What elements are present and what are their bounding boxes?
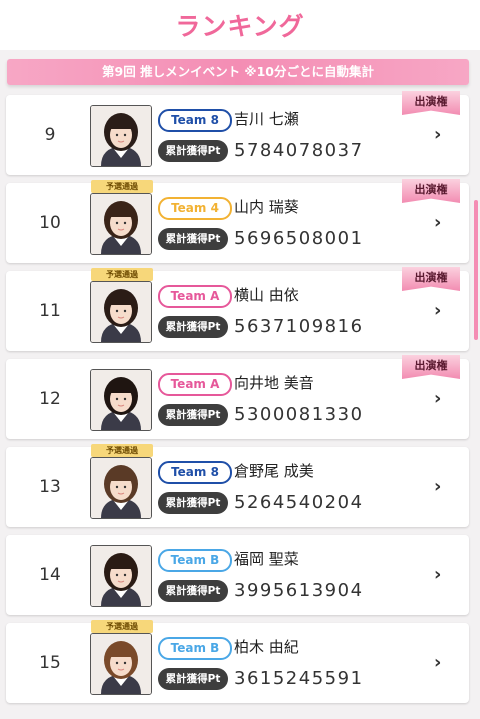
member-photo — [90, 545, 152, 607]
performance-right-ribbon: 出演権 — [402, 179, 460, 203]
header: ランキング — [0, 0, 480, 50]
points-label: 累計獲得Pt — [158, 140, 228, 162]
member-photo — [90, 281, 152, 343]
points-value: 5300081330 — [234, 404, 364, 425]
chevron-right-icon[interactable]: › — [434, 474, 441, 500]
member-photo — [90, 105, 152, 167]
qualified-badge: 予選通過 — [91, 444, 153, 457]
chevron-right-icon[interactable]: › — [434, 386, 441, 412]
event-banner: 第9回 推しメンイベント ※10分ごとに自動集計 — [7, 59, 469, 85]
ranking-row[interactable]: 9 Team 8 吉川 七瀬 累計獲得Pt 5784078037 出演権 › — [6, 91, 469, 175]
points-label: 累計獲得Pt — [158, 668, 228, 690]
member-photo — [90, 457, 152, 519]
team-pill: Team 8 — [158, 109, 232, 132]
rank-number: 15 — [39, 653, 61, 673]
chevron-right-icon[interactable]: › — [434, 122, 441, 148]
rank-number: 12 — [39, 389, 61, 409]
member-photo — [90, 369, 152, 431]
team-pill: Team 4 — [158, 197, 232, 220]
ranking-row[interactable]: 11 予選通過 Team A 横山 由依 累計獲得Pt 5637109816 出… — [6, 267, 469, 351]
ranking-row[interactable]: 12 Team A 向井地 美音 累計獲得Pt 5300081330 出演権 › — [6, 355, 469, 439]
member-name: 吉川 七瀬 — [234, 110, 299, 128]
performance-right-ribbon: 出演権 — [402, 91, 460, 115]
member-name: 横山 由依 — [234, 286, 299, 304]
team-pill: Team A — [158, 285, 232, 308]
chevron-right-icon[interactable]: › — [434, 562, 441, 588]
rank-number: 14 — [39, 565, 61, 585]
member-name: 倉野尾 成美 — [234, 462, 314, 480]
page-title: ランキング — [175, 12, 305, 41]
qualified-badge: 予選通過 — [91, 268, 153, 281]
qualified-badge: 予選通過 — [91, 620, 153, 633]
scrollbar[interactable] — [474, 200, 478, 340]
ranking-row[interactable]: 10 予選通過 Team 4 山内 瑞葵 累計獲得Pt 5696508001 出… — [6, 179, 469, 263]
chevron-right-icon[interactable]: › — [434, 210, 441, 236]
performance-right-ribbon: 出演権 — [402, 267, 460, 291]
points-label: 累計獲得Pt — [158, 316, 228, 338]
points-value: 5264540204 — [234, 492, 364, 513]
team-pill: Team A — [158, 373, 232, 396]
points-value: 3615245591 — [234, 668, 364, 689]
rank-number: 13 — [39, 477, 61, 497]
rank-number: 10 — [39, 213, 61, 233]
points-value: 5637109816 — [234, 316, 364, 337]
ranking-row[interactable]: 13 予選通過 Team 8 倉野尾 成美 累計獲得Pt 5264540204 … — [6, 444, 469, 527]
points-label: 累計獲得Pt — [158, 492, 228, 514]
rank-number: 11 — [39, 301, 61, 321]
performance-right-ribbon: 出演権 — [402, 355, 460, 379]
member-name: 柏木 由紀 — [234, 638, 299, 656]
points-value: 3995613904 — [234, 580, 364, 601]
points-label: 累計獲得Pt — [158, 228, 228, 250]
member-photo — [90, 633, 152, 695]
member-name: 向井地 美音 — [234, 374, 314, 392]
member-name: 山内 瑞葵 — [234, 198, 299, 216]
points-value: 5784078037 — [234, 140, 364, 161]
points-value: 5696508001 — [234, 228, 364, 249]
team-pill: Team B — [158, 549, 232, 572]
points-label: 累計獲得Pt — [158, 404, 228, 426]
member-photo — [90, 193, 152, 255]
team-pill: Team B — [158, 637, 232, 660]
member-name: 福岡 聖菜 — [234, 550, 299, 568]
chevron-right-icon[interactable]: › — [434, 298, 441, 324]
rank-number: 9 — [44, 125, 56, 145]
team-pill: Team 8 — [158, 461, 232, 484]
chevron-right-icon[interactable]: › — [434, 650, 441, 676]
ranking-row[interactable]: 14 Team B 福岡 聖菜 累計獲得Pt 3995613904 › — [6, 535, 469, 615]
qualified-badge: 予選通過 — [91, 180, 153, 193]
points-label: 累計獲得Pt — [158, 580, 228, 602]
ranking-row[interactable]: 15 予選通過 Team B 柏木 由紀 累計獲得Pt 3615245591 › — [6, 620, 469, 703]
